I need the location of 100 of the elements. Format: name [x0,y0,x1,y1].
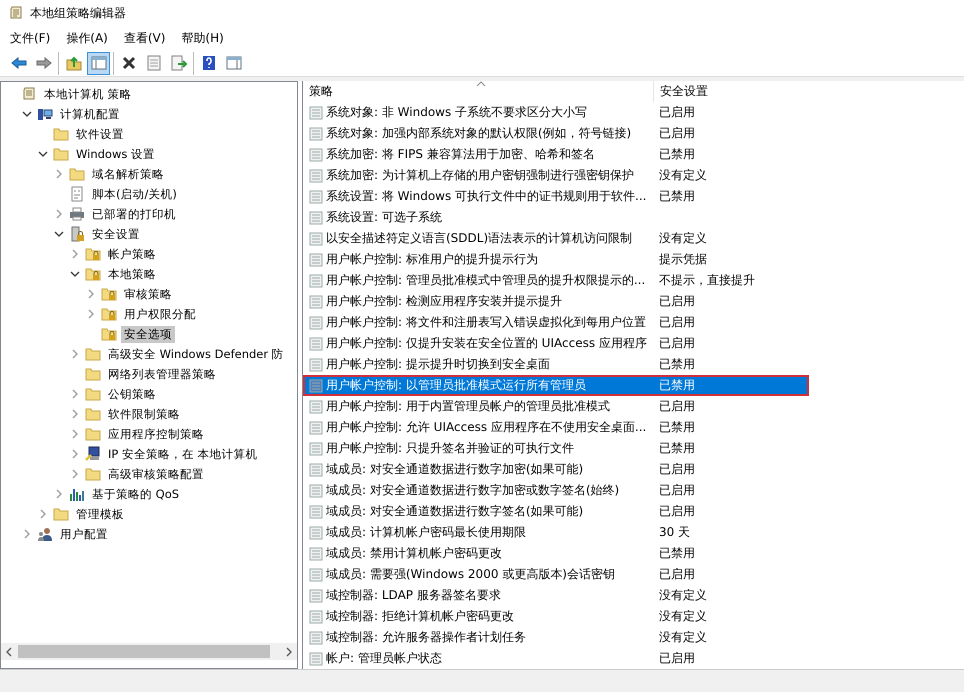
policy-row[interactable]: 域成员: 需要强(Windows 2000 或更高版本)会话密钥 已启用 [303,564,809,585]
column-header[interactable]: 安全设置 [653,81,810,102]
menu-item[interactable]: 操作(A) [66,30,108,46]
policy-row[interactable]: 用户帐户控制: 标准用户的提升提示行为 提示凭据 [303,249,809,270]
tree-item[interactable]: 基于策略的 QoS [89,486,182,502]
policy-name: 域成员: 对安全通道数据进行数字加密(如果可能) [326,461,584,478]
folder-icon [85,346,101,362]
collapsed-chevron-icon[interactable] [70,449,80,459]
collapsed-chevron-icon[interactable] [86,289,96,299]
tree-item[interactable]: Windows 设置 [73,146,158,162]
tree-item[interactable]: 应用程序控制策略 [105,426,207,442]
tree-item[interactable]: 帐户策略 [105,246,159,262]
tree-item[interactable]: 脚本(启动/关机) [89,186,180,202]
policy-row[interactable]: 帐户: 管理员帐户状态 已启用 [303,648,809,669]
folder-icon [85,466,101,482]
collapsed-chevron-icon[interactable] [70,349,80,359]
policy-row[interactable]: 域成员: 对安全通道数据进行数字签名(如果可能) 已启用 [303,501,809,522]
policy-row[interactable]: 系统设置: 可选子系统 [303,207,809,228]
policy-name: 域控制器: 允许服务器操作者计划任务 [326,629,526,646]
expanded-chevron-icon[interactable] [54,229,64,239]
tree-item[interactable]: 公钥策略 [105,386,159,402]
menu-item[interactable]: 查看(V) [124,30,166,46]
column-header[interactable]: 策略 [303,81,653,102]
tree-item[interactable]: 本地计算机 策略 [41,86,135,102]
collapsed-chevron-icon[interactable] [54,209,64,219]
policy-row[interactable]: 域控制器: LDAP 服务器签名要求 没有定义 [303,585,809,606]
tree-item[interactable]: 软件限制策略 [105,406,183,422]
policy-icon [309,610,323,624]
policy-row[interactable]: 系统加密: 为计算机上存储的用户密钥强制进行强密钥保护 没有定义 [303,165,809,186]
menu-item[interactable]: 文件(F) [10,30,50,46]
policy-name: 域成员: 禁用计算机帐户密码更改 [326,545,502,562]
policy-row[interactable]: 域成员: 对安全通道数据进行数字加密或数字签名(始终) 已启用 [303,480,809,501]
policy-row[interactable]: 用户帐户控制: 仅提升安装在安全位置的 UIAccess 应用程序 已启用 [303,333,809,354]
policy-icon [309,568,323,582]
policy-icon [309,462,323,476]
policy-row[interactable]: 系统设置: 将 Windows 可执行文件中的证书规则用于软件... 已禁用 [303,186,809,207]
policy-name: 用户帐户控制: 用于内置管理员帐户的管理员批准模式 [326,398,610,415]
policy-row[interactable]: 系统加密: 将 FIPS 兼容算法用于加密、哈希和签名 已禁用 [303,144,809,165]
collapsed-chevron-icon[interactable] [22,529,32,539]
collapsed-chevron-icon[interactable] [70,249,80,259]
tree-item[interactable]: 高级安全 Windows Defender 防 [105,346,287,362]
policy-row[interactable]: 用户帐户控制: 将文件和注册表写入错误虚拟化到每用户位置 已启用 [303,312,809,333]
tree-item[interactable]: 网络列表管理器策略 [105,366,219,382]
tree-item[interactable]: 用户权限分配 [121,306,199,322]
tree-item[interactable]: 本地策略 [105,266,159,282]
menu-item[interactable]: 帮助(H) [181,30,224,46]
policy-row[interactable]: 用户帐户控制: 用于内置管理员帐户的管理员批准模式 已启用 [303,396,809,417]
horizontal-scrollbar[interactable] [1,643,297,660]
folder-icon [53,126,69,142]
policy-icon [309,420,323,434]
policy-name: 用户帐户控制: 仅提升安装在安全位置的 UIAccess 应用程序 [326,335,647,352]
tree-item[interactable]: 域名解析策略 [89,166,167,182]
setting-value: 已启用 [659,335,695,352]
policy-row[interactable]: 用户帐户控制: 提示提升时切换到安全桌面 已禁用 [303,354,809,375]
collapsed-chevron-icon[interactable] [70,409,80,419]
expanded-chevron-icon[interactable] [38,149,48,159]
policy-name: 系统设置: 可选子系统 [326,209,442,226]
tree-item[interactable]: 安全选项 [121,326,175,342]
export-icon [170,54,188,72]
collapsed-chevron-icon[interactable] [54,489,64,499]
collapsed-chevron-icon[interactable] [70,429,80,439]
policy-row[interactable]: 域控制器: 拒绝计算机帐户密码更改 没有定义 [303,606,809,627]
policy-row[interactable]: 域控制器: 允许服务器操作者计划任务 没有定义 [303,627,809,648]
setting-value: 没有定义 [659,608,707,625]
tree-item[interactable]: IP 安全策略，在 本地计算机 [105,446,261,462]
policy-row[interactable]: 以安全描述符定义语言(SDDL)语法表示的计算机访问限制 没有定义 [303,228,809,249]
folder-icon [69,166,85,182]
policy-icon [309,336,323,350]
tree-item[interactable]: 已部署的打印机 [89,206,179,222]
policy-name: 用户帐户控制: 只提升签名并验证的可执行文件 [326,440,574,457]
collapsed-chevron-icon[interactable] [38,509,48,519]
tree-item[interactable]: 计算机配置 [57,106,123,122]
collapsed-chevron-icon[interactable] [70,469,80,479]
collapsed-chevron-icon[interactable] [70,389,80,399]
tree-toggle-button[interactable] [87,52,110,74]
policy-row[interactable]: 域成员: 对安全通道数据进行数字加密(如果可能) 已启用 [303,459,809,480]
policy-row[interactable]: 用户帐户控制: 以管理员批准模式运行所有管理员 已禁用 [303,375,809,396]
tree-item[interactable]: 审核策略 [121,286,175,302]
policy-row[interactable]: 用户帐户控制: 管理员批准模式中管理员的提升权限提示的... 不提示，直接提升 [303,270,809,291]
tree-item[interactable]: 高级审核策略配置 [105,466,207,482]
policy-row[interactable]: 域成员: 计算机帐户密码最长使用期限 30 天 [303,522,809,543]
tree-item[interactable]: 管理模板 [73,506,127,522]
policy-name: 以安全描述符定义语言(SDDL)语法表示的计算机访问限制 [326,230,632,247]
policy-row[interactable]: 系统对象: 非 Windows 子系统不要求区分大小写 已启用 [303,102,809,123]
expanded-chevron-icon[interactable] [22,109,32,119]
folder-icon [85,366,101,382]
tree-item[interactable]: 软件设置 [73,126,127,142]
policy-row[interactable]: 域成员: 禁用计算机帐户密码更改 已禁用 [303,543,809,564]
tree-item[interactable]: 安全设置 [89,226,143,242]
policy-icon [309,210,323,224]
policy-row[interactable]: 用户帐户控制: 检测应用程序安装并提示提升 已启用 [303,291,809,312]
policy-icon [309,274,323,288]
expanded-chevron-icon[interactable] [70,269,80,279]
tree-item[interactable]: 用户配置 [57,526,111,542]
setting-value: 已启用 [659,461,695,478]
policy-row[interactable]: 用户帐户控制: 允许 UIAccess 应用程序在不使用安全桌面... 已禁用 [303,417,809,438]
policy-row[interactable]: 用户帐户控制: 只提升签名并验证的可执行文件 已禁用 [303,438,809,459]
collapsed-chevron-icon[interactable] [86,309,96,319]
collapsed-chevron-icon[interactable] [54,169,64,179]
policy-row[interactable]: 系统对象: 加强内部系统对象的默认权限(例如，符号链接) 已启用 [303,123,809,144]
